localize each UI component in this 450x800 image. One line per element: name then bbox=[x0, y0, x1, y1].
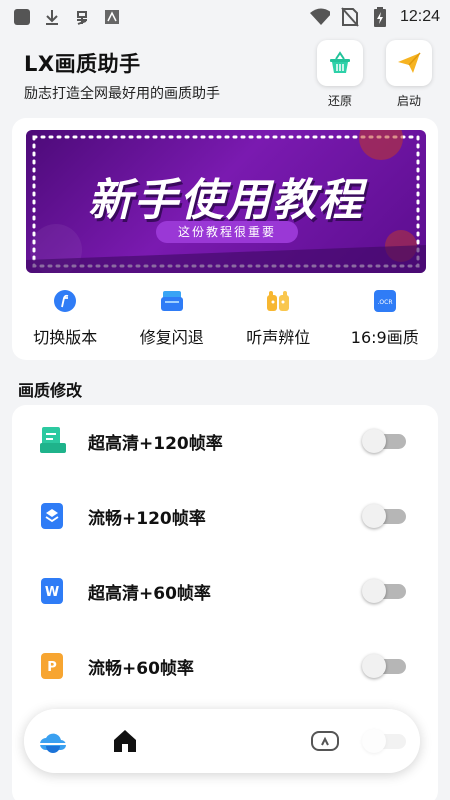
word-doc-icon: W bbox=[39, 577, 67, 605]
home-icon[interactable] bbox=[110, 726, 140, 756]
setting-label: 超高清+60帧率 bbox=[88, 583, 211, 604]
stack-icon bbox=[159, 288, 185, 314]
quick-action-fix-crash[interactable]: 修复闪退 bbox=[119, 288, 226, 348]
bug-icon bbox=[72, 7, 92, 27]
quick-action-label: 听声辨位 bbox=[246, 328, 311, 347]
setting-toggle[interactable] bbox=[362, 429, 406, 453]
status-bar: 12:24 bbox=[0, 0, 450, 34]
quick-action-16-9-quality[interactable]: .OCR 16:9画质 bbox=[332, 288, 439, 348]
banner-pill: 这份教程很重要 bbox=[156, 221, 298, 243]
restore-label: 还原 bbox=[327, 94, 352, 108]
ppt-doc-icon: P bbox=[39, 652, 67, 680]
svg-text:.OCR: .OCR bbox=[377, 299, 392, 306]
bottom-nav bbox=[24, 709, 420, 773]
blue-layers-icon bbox=[39, 502, 67, 530]
no-sim-icon bbox=[340, 7, 360, 27]
wifi-icon bbox=[309, 7, 330, 27]
setting-row: 超高清+120帧率 bbox=[12, 411, 438, 471]
launch-button[interactable]: 启动 bbox=[385, 40, 433, 109]
banner-headline: 新手使用教程 bbox=[88, 175, 364, 226]
cloud-icon[interactable] bbox=[38, 726, 68, 756]
quick-actions: 切换版本 修复闪退 听声辨位 .OCR 16:9画质 bbox=[12, 288, 438, 348]
app-title: LX画质助手 bbox=[24, 52, 141, 76]
download-icon bbox=[42, 7, 62, 27]
hands-icon bbox=[265, 288, 291, 314]
ocr-icon: .OCR bbox=[372, 288, 398, 314]
clock: 12:24 bbox=[399, 8, 440, 25]
image-icon bbox=[102, 7, 122, 27]
setting-row: 流畅+120帧率 bbox=[12, 486, 438, 546]
paper-plane-icon bbox=[398, 52, 421, 73]
setting-label: 超高清+120帧率 bbox=[88, 433, 223, 454]
quick-action-label: 切换版本 bbox=[33, 328, 98, 347]
svg-text:W: W bbox=[45, 585, 59, 600]
setting-row: W 超高清+60帧率 bbox=[12, 561, 438, 621]
tutorial-banner[interactable]: 新手使用教程 这份教程很重要 bbox=[26, 130, 426, 273]
restore-button[interactable]: 还原 bbox=[316, 40, 364, 109]
setting-label: 流畅+60帧率 bbox=[88, 658, 194, 679]
quick-action-label: 16:9画质 bbox=[350, 328, 419, 347]
svg-text:P: P bbox=[47, 660, 57, 675]
setting-toggle[interactable] bbox=[362, 504, 406, 528]
basket-icon bbox=[330, 51, 350, 73]
quick-action-label: 修复闪退 bbox=[139, 328, 204, 347]
green-doc-icon bbox=[39, 427, 67, 455]
setting-toggle[interactable] bbox=[362, 654, 406, 678]
setting-label: 流畅+120帧率 bbox=[88, 508, 206, 529]
top-card: 新手使用教程 这份教程很重要 切换版本 修复闪退 听声辨位 .OCR 16:9画… bbox=[12, 118, 438, 360]
app-subtitle: 励志打造全网最好用的画质助手 bbox=[24, 86, 220, 102]
section-title: 画质修改 bbox=[18, 381, 83, 400]
setting-row: P 流畅+60帧率 bbox=[12, 636, 438, 696]
app-header: LX画质助手 励志打造全网最好用的画质助手 还原 启动 bbox=[0, 34, 450, 118]
pen-circle-icon bbox=[52, 288, 78, 314]
quick-action-switch-version[interactable]: 切换版本 bbox=[12, 288, 119, 348]
setting-toggle[interactable] bbox=[362, 579, 406, 603]
battery-charging-icon bbox=[370, 7, 390, 27]
app-square-icon bbox=[12, 7, 32, 27]
quick-action-sound-locate[interactable]: 听声辨位 bbox=[225, 288, 332, 348]
launch-label: 启动 bbox=[396, 94, 421, 108]
gamepad-icon[interactable] bbox=[310, 726, 340, 756]
